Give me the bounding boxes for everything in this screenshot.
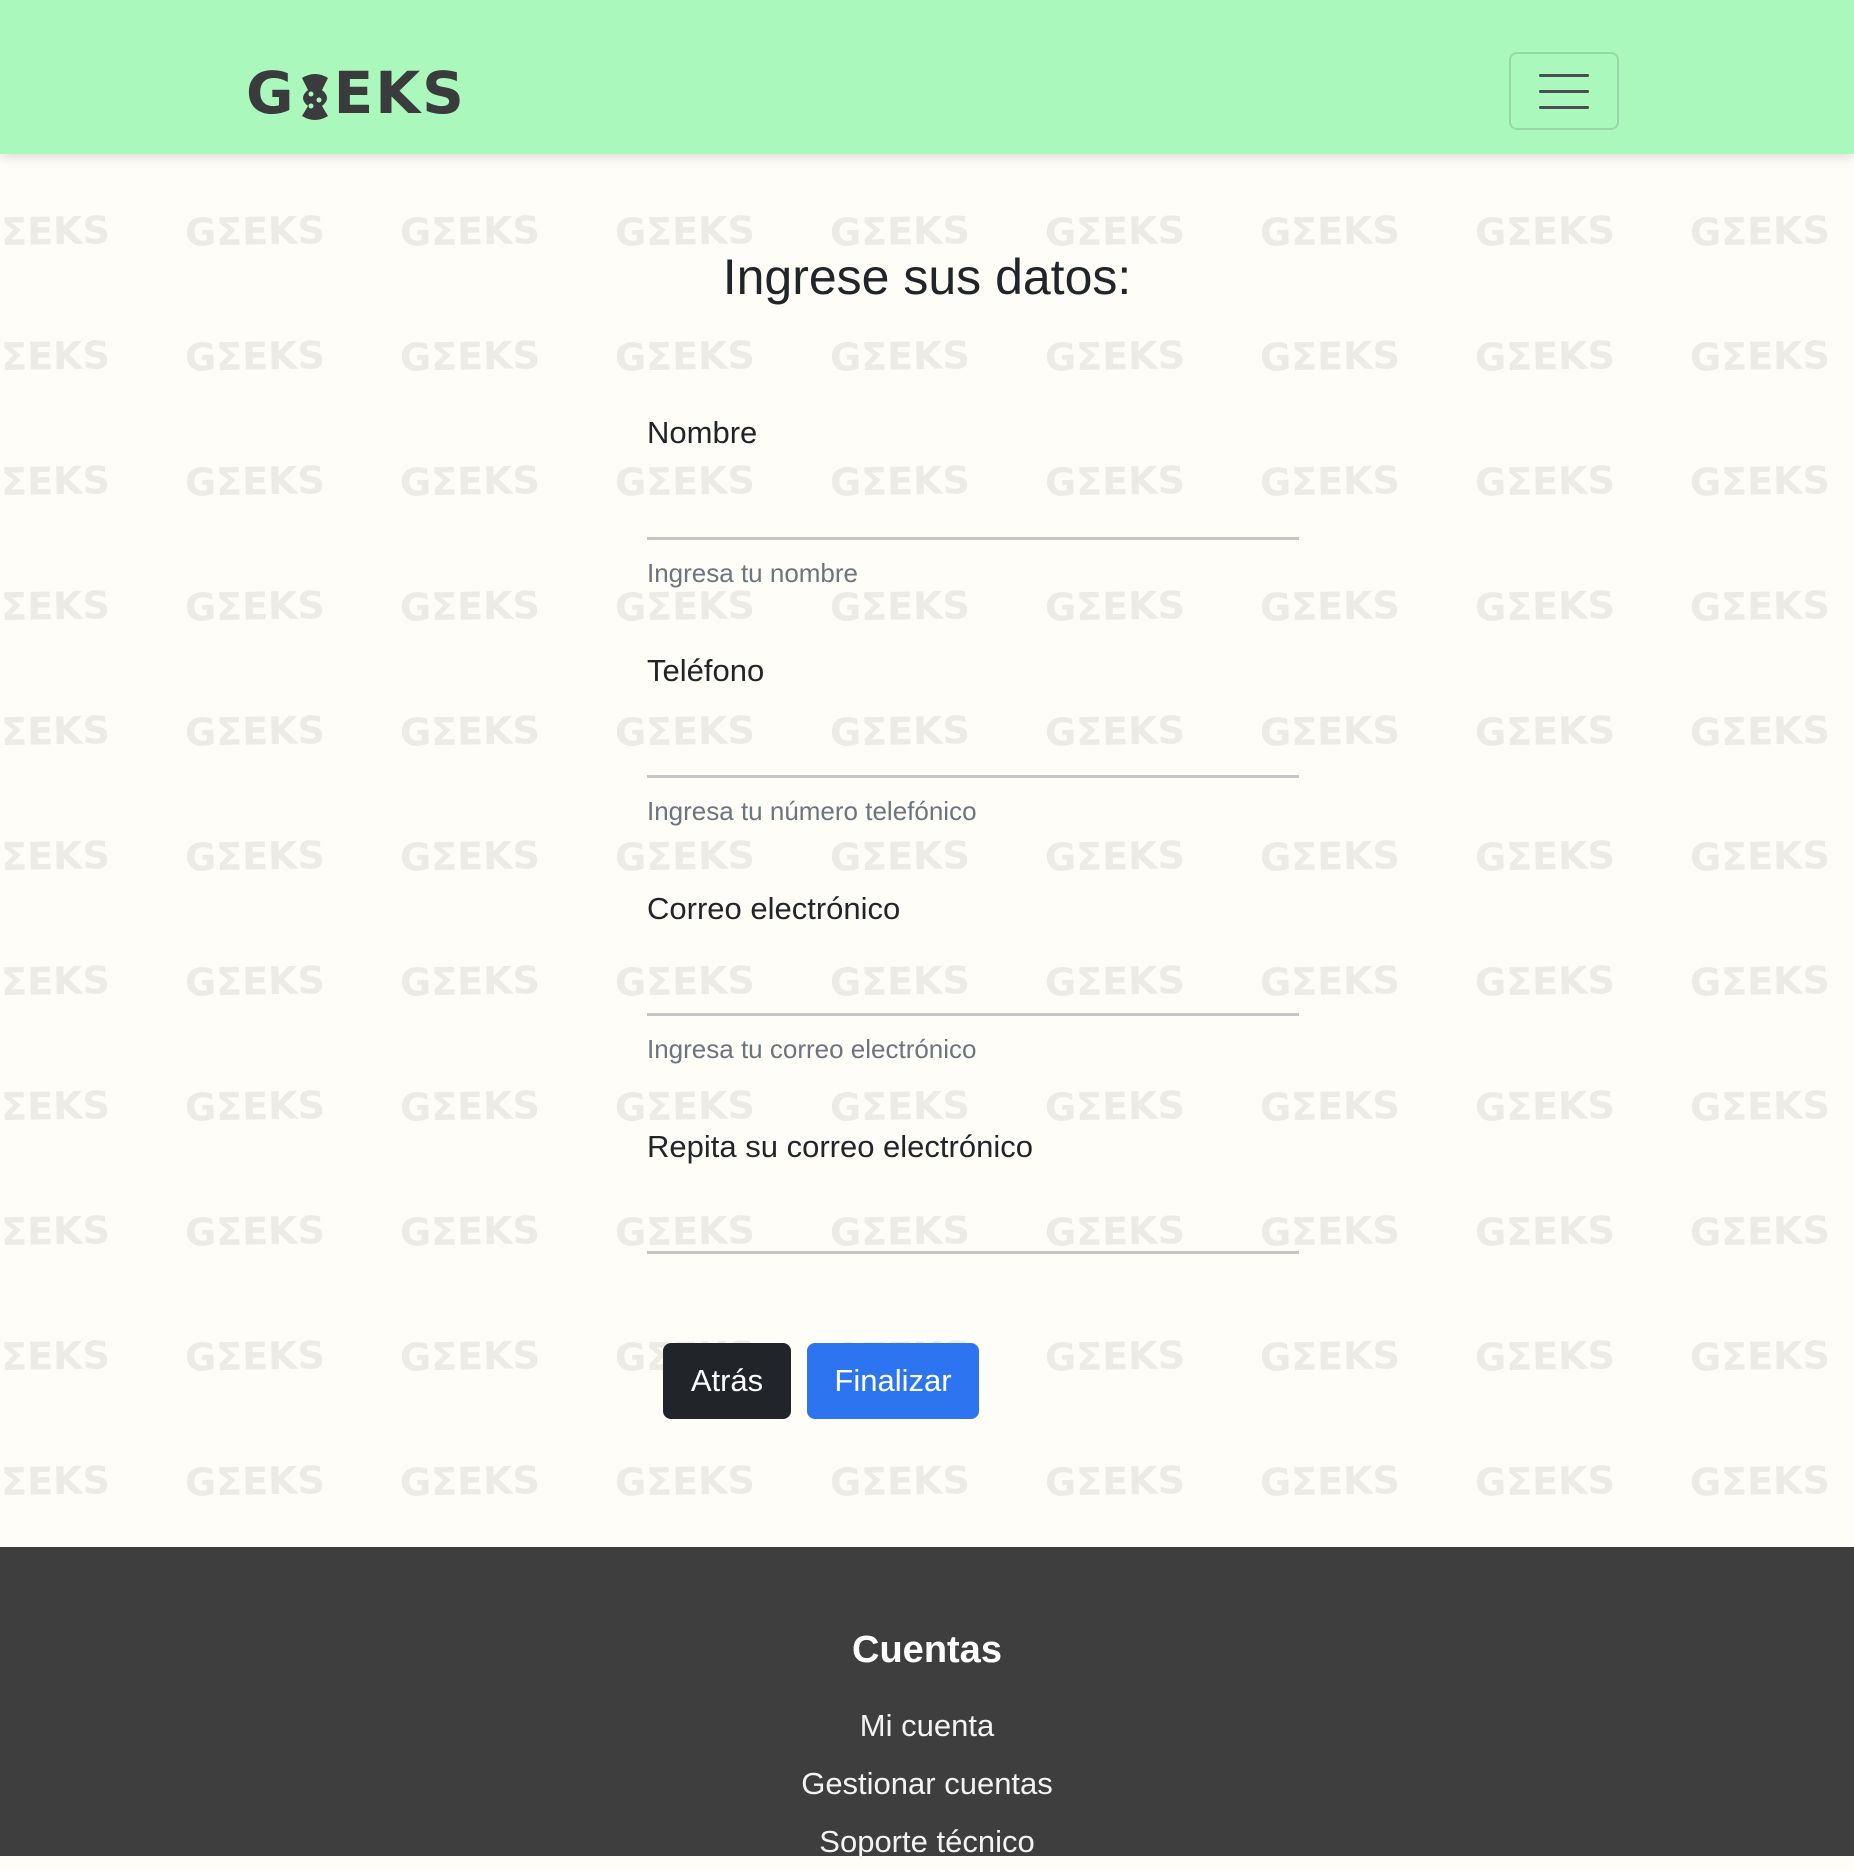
hamburger-icon <box>1539 73 1589 77</box>
email-field-group: Correo electrónico Ingresa tu correo ele… <box>647 893 1299 1065</box>
back-button[interactable]: Atrás <box>663 1343 791 1419</box>
manage-accounts-link[interactable]: Gestionar cuentas <box>801 1766 1053 1801</box>
phone-field-group: Teléfono Ingresa tu número telefónico <box>647 655 1299 827</box>
confirm-email-field-group: Repita su correo electrónico <box>647 1131 1299 1254</box>
footer-link-item: Gestionar cuentas <box>0 1755 1854 1813</box>
geeks-logo[interactable]: G EKS <box>246 58 466 128</box>
footer-links: Mi cuenta Gestionar cuentas Soporte técn… <box>0 1697 1854 1871</box>
hamburger-icon-bar <box>1539 89 1589 93</box>
confirm-email-input[interactable] <box>647 1204 1299 1254</box>
name-input[interactable] <box>647 490 1299 540</box>
footer-link-item: Soporte técnico <box>0 1813 1854 1871</box>
menu-toggle-button[interactable] <box>1509 52 1619 130</box>
logo-text-right: EKS <box>333 59 466 127</box>
phone-help-text: Ingresa tu número telefónico <box>647 796 977 826</box>
footer: Cuentas Mi cuenta Gestionar cuentas Sopo… <box>0 1547 1854 1859</box>
finish-button[interactable]: Finalizar <box>807 1343 979 1419</box>
hamburger-icon-bar <box>1539 105 1589 109</box>
navbar: G EKS <box>0 0 1854 154</box>
name-field-group: Nombre Ingresa tu nombre <box>647 417 1299 589</box>
email-input[interactable] <box>647 966 1299 1016</box>
gamepad-icon <box>298 68 332 120</box>
phone-input[interactable] <box>647 728 1299 778</box>
my-account-link[interactable]: Mi cuenta <box>860 1708 994 1743</box>
email-help-text: Ingresa tu correo electrónico <box>647 1034 977 1064</box>
form-actions: Atrás Finalizar <box>663 1343 979 1419</box>
phone-label: Teléfono <box>647 653 765 688</box>
email-label: Correo electrónico <box>647 891 901 926</box>
confirm-email-label: Repita su correo electrónico <box>647 1129 1033 1164</box>
name-label: Nombre <box>647 415 758 450</box>
footer-heading: Cuentas <box>852 1629 1002 1671</box>
name-help-text: Ingresa tu nombre <box>647 558 859 588</box>
footer-link-item: Mi cuenta <box>0 1697 1854 1755</box>
tech-support-link[interactable]: Soporte técnico <box>819 1824 1034 1859</box>
page-title: Ingrese sus datos: <box>722 249 1132 305</box>
geeks-watermark-background <box>0 154 1854 1547</box>
logo-text-left: G <box>246 59 296 127</box>
